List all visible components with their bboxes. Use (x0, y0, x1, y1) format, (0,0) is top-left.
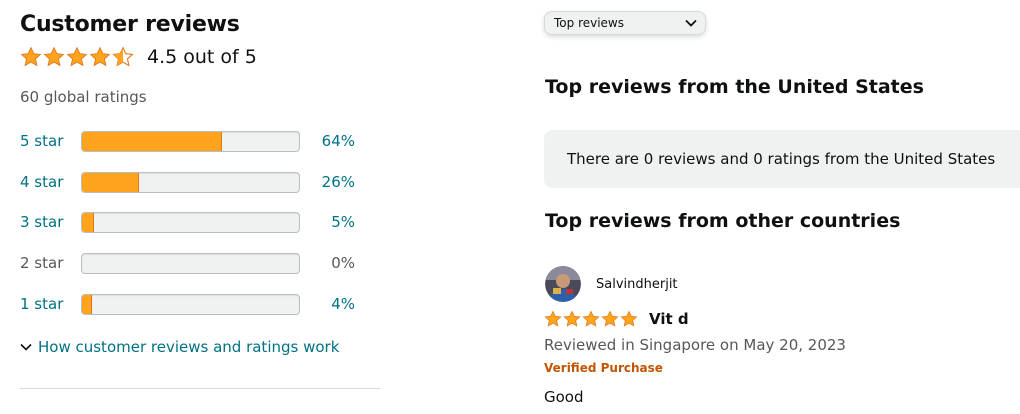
star-full-icon (620, 310, 638, 327)
star-full-icon (43, 46, 65, 67)
average-rating-row[interactable]: 4.5 out of 5 (20, 46, 257, 68)
histogram-percent[interactable]: 64% (300, 132, 355, 150)
histogram-bar (81, 252, 300, 274)
histogram-bar-fill (82, 212, 94, 232)
histogram-bar[interactable] (81, 171, 300, 193)
histogram-bar-fill (82, 172, 140, 192)
histogram-label: 2 star (20, 254, 64, 272)
other-countries-heading: Top reviews from other countries (545, 210, 901, 232)
us-reviews-empty-message: There are 0 reviews and 0 ratings from t… (544, 130, 1020, 188)
histogram-label[interactable]: 5 star (20, 132, 81, 150)
star-full-icon (89, 46, 111, 67)
review-header[interactable]: Vit d (544, 310, 689, 328)
histogram-bar[interactable] (81, 211, 300, 233)
histogram-row-2-star: 2 star 0% (20, 251, 360, 275)
histogram-bar-fill (82, 131, 222, 151)
review-title[interactable]: Vit d (649, 310, 689, 328)
histogram-percent[interactable]: 4% (300, 295, 355, 313)
histogram-label[interactable]: 1 star (20, 295, 81, 313)
star-full-icon (563, 310, 581, 327)
star-half-icon (112, 46, 134, 67)
verified-purchase-badge: Verified Purchase (544, 361, 663, 375)
chevron-down-icon (685, 19, 697, 27)
how-reviews-work-label[interactable]: How customer reviews and ratings work (38, 338, 339, 356)
avatar-image (545, 266, 581, 302)
avatar[interactable] (545, 266, 581, 302)
reviewer-name[interactable]: Salvindherjit (596, 277, 678, 292)
average-rating-text: 4.5 out of 5 (147, 46, 257, 68)
histogram-bar-fill (82, 294, 92, 314)
sort-reviews-dropdown[interactable]: Top reviews (544, 11, 706, 35)
average-stars (20, 46, 135, 68)
histogram-percent: 0% (331, 254, 355, 272)
us-reviews-heading: Top reviews from the United States (545, 76, 924, 98)
review-body: Good (544, 388, 584, 406)
histogram-row-4-star[interactable]: 4 star 26% (20, 170, 360, 194)
star-full-icon (66, 46, 88, 67)
customer-reviews-title: Customer reviews (20, 12, 240, 37)
chevron-down-icon (20, 343, 32, 351)
star-full-icon (582, 310, 600, 327)
histogram-row-3-star[interactable]: 3 star 5% (20, 210, 360, 234)
histogram-bar[interactable] (81, 130, 300, 152)
review-date-location: Reviewed in Singapore on May 20, 2023 (544, 336, 846, 354)
histogram-row-1-star[interactable]: 1 star 4% (20, 292, 360, 316)
histogram-percent[interactable]: 26% (300, 173, 355, 191)
how-reviews-work-link[interactable]: How customer reviews and ratings work (20, 338, 339, 356)
section-divider (20, 388, 380, 389)
star-full-icon (544, 310, 562, 327)
histogram-percent[interactable]: 5% (300, 213, 355, 231)
sort-selected-value: Top reviews (554, 16, 625, 30)
global-ratings-count: 60 global ratings (20, 88, 147, 106)
histogram-bar[interactable] (81, 293, 300, 315)
histogram-label[interactable]: 3 star (20, 213, 81, 231)
histogram-row-5-star[interactable]: 5 star 64% (20, 129, 360, 153)
star-full-icon (20, 46, 42, 67)
star-full-icon (601, 310, 619, 327)
reviewer-profile[interactable]: Salvindherjit (545, 266, 678, 302)
histogram-label[interactable]: 4 star (20, 173, 81, 191)
